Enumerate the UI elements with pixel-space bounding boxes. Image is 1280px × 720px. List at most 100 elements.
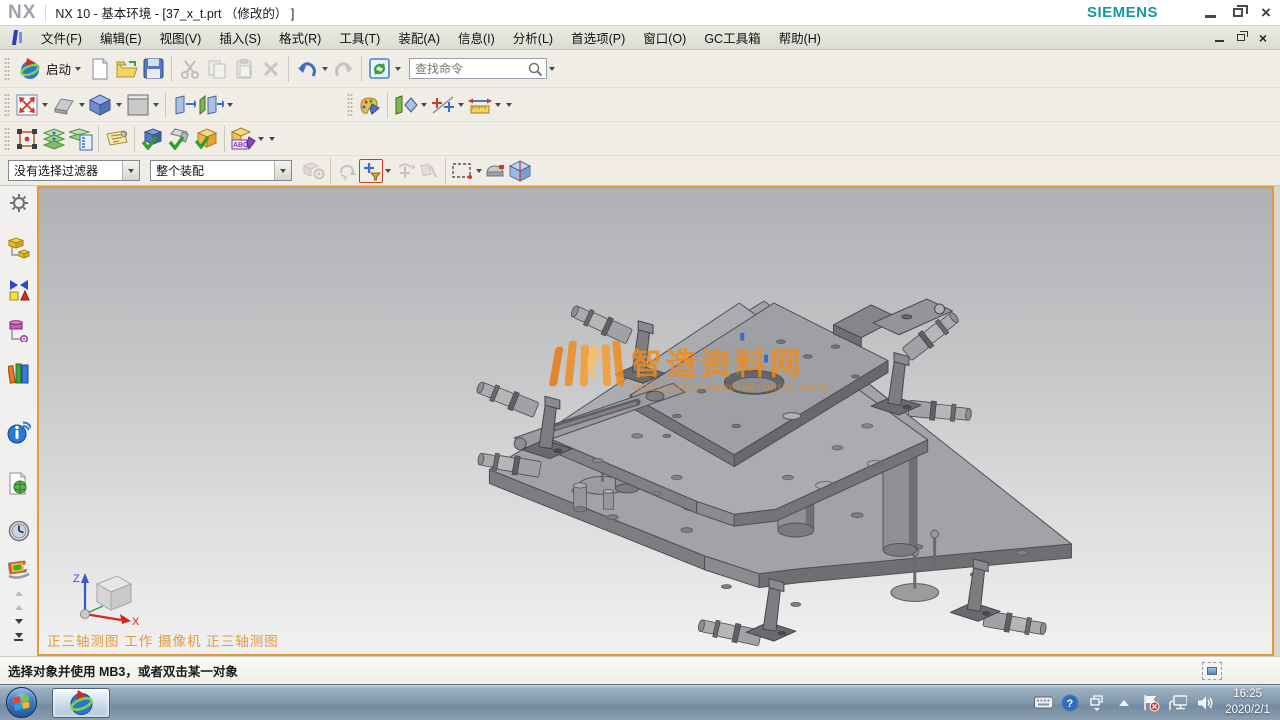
clip-window-button[interactable]	[1202, 662, 1222, 680]
child-close-button[interactable]: ×	[1252, 29, 1274, 47]
assembly-navigator-tab[interactable]	[7, 237, 31, 259]
redo-button[interactable]	[330, 55, 357, 82]
undo-button[interactable]	[293, 55, 320, 82]
fit-dropdown[interactable]	[40, 93, 50, 117]
snap-constraint-button[interactable]	[417, 159, 441, 183]
select-arrow[interactable]	[122, 161, 139, 180]
toolbar-overflow[interactable]	[224, 93, 235, 117]
marquee-select-button[interactable]	[450, 159, 474, 183]
menu-item-preferences[interactable]: 首选项(P)	[562, 25, 634, 50]
menu-item-format[interactable]: 格式(R)	[270, 25, 330, 50]
view-orientation-dropdown[interactable]	[114, 93, 124, 117]
assembly-check-button[interactable]	[139, 125, 166, 152]
edit-object-display-button[interactable]: ABC	[229, 125, 256, 152]
cut-button[interactable]	[176, 55, 203, 82]
menu-item-information[interactable]: 信息(I)	[449, 25, 504, 50]
search-dropdown[interactable]	[547, 57, 557, 81]
menu-item-edit[interactable]: 编辑(E)	[91, 25, 151, 50]
refresh-window-button[interactable]	[366, 55, 393, 82]
background-button[interactable]	[124, 91, 151, 118]
annotation-tag-button[interactable]	[103, 125, 130, 152]
scroll-up-icon[interactable]	[15, 591, 23, 596]
measure-dropdown[interactable]	[493, 93, 503, 117]
snap-active-dropdown[interactable]	[383, 159, 393, 183]
toolbar-grip[interactable]	[4, 93, 10, 117]
roles-tab[interactable]	[7, 559, 31, 581]
toolbar-overflow[interactable]	[266, 127, 277, 151]
move-component-button[interactable]	[13, 125, 40, 152]
menu-item-tools[interactable]: 工具(T)	[330, 25, 389, 50]
close-button[interactable]: ×	[1252, 2, 1280, 24]
edit-display-dropdown[interactable]	[256, 127, 266, 151]
rotate-point-button[interactable]	[393, 159, 417, 183]
view-orientation-button[interactable]	[87, 91, 114, 118]
background-dropdown[interactable]	[151, 93, 161, 117]
windows-start-button[interactable]	[2, 686, 40, 720]
view-triad[interactable]: Z X	[69, 570, 141, 626]
snap-point-active-button[interactable]	[359, 159, 383, 183]
menu-item-gc-toolbox[interactable]: GC工具箱	[695, 25, 769, 50]
menu-item-analysis[interactable]: 分析(L)	[504, 25, 562, 50]
fit-view-button[interactable]	[13, 91, 40, 118]
toolbar-overflow[interactable]	[503, 93, 514, 117]
graphics-window[interactable]: 智造资料网 INTELLIGENT MANUFACTURING DATA Z X…	[37, 186, 1274, 656]
toolbar-grip[interactable]	[4, 57, 10, 81]
history-tab[interactable]	[7, 472, 31, 494]
open-button[interactable]	[113, 55, 140, 82]
highlight-select-button[interactable]	[484, 159, 508, 183]
measure-button[interactable]	[466, 91, 493, 118]
minimize-button[interactable]	[1196, 2, 1224, 24]
marquee-dropdown[interactable]	[474, 159, 484, 183]
network-tray-icon[interactable]	[1169, 693, 1187, 713]
snap-point-button[interactable]	[429, 91, 456, 118]
child-restore-button[interactable]	[1230, 29, 1252, 47]
history-palette-tab[interactable]	[7, 520, 31, 542]
resource-bar-options-button[interactable]	[7, 192, 31, 214]
paste-button[interactable]	[230, 55, 257, 82]
action-center-flag-icon[interactable]	[1142, 693, 1160, 713]
refresh-dropdown[interactable]	[393, 57, 403, 81]
selection-scope-select[interactable]: 整个装配	[150, 160, 292, 181]
interference-check-button[interactable]	[166, 125, 193, 152]
keyboard-tray-icon[interactable]	[1034, 693, 1052, 713]
toolbar-grip[interactable]	[4, 127, 10, 151]
object-check-button[interactable]	[193, 125, 220, 152]
clip-work-section-button[interactable]	[197, 91, 224, 118]
selection-filter-select[interactable]: 没有选择过滤器	[8, 160, 140, 181]
scroll-bottom-icon[interactable]	[14, 633, 23, 641]
select-arrow[interactable]	[274, 161, 291, 180]
roles-palette-button[interactable]	[356, 91, 383, 118]
show-hidden-icons-button[interactable]	[1115, 693, 1133, 713]
reuse-library-tab[interactable]	[7, 362, 31, 384]
quickpick-button[interactable]	[508, 159, 532, 183]
magnifier-icon[interactable]	[527, 61, 543, 77]
restore-button[interactable]	[1224, 2, 1252, 24]
scroll-down-icon[interactable]	[15, 619, 23, 624]
scroll-up-icon[interactable]	[15, 605, 23, 610]
menu-item-assemblies[interactable]: 装配(A)	[389, 25, 449, 50]
volume-tray-icon[interactable]	[1196, 693, 1214, 713]
taskbar-clock[interactable]: 16:25 2020/2/1	[1225, 687, 1270, 718]
cad-model[interactable]: 智造资料网 INTELLIGENT MANUFACTURING DATA	[39, 188, 1272, 654]
layer-category-button[interactable]	[67, 125, 94, 152]
part-navigator-tab[interactable]	[7, 320, 31, 342]
toolbar-grip[interactable]	[347, 93, 353, 117]
menu-item-view[interactable]: 视图(V)	[151, 25, 211, 50]
undo-dropdown[interactable]	[320, 57, 330, 81]
save-button[interactable]	[140, 55, 167, 82]
section-view-dropdown[interactable]	[419, 93, 429, 117]
nx-taskbar-button[interactable]	[52, 688, 110, 718]
render-style-button[interactable]	[50, 91, 77, 118]
copy-button[interactable]	[203, 55, 230, 82]
menu-item-help[interactable]: 帮助(H)	[770, 25, 830, 50]
clip-section-button[interactable]	[170, 91, 197, 118]
start-menu-button[interactable]: 启动	[13, 55, 86, 83]
section-view-button[interactable]	[392, 91, 419, 118]
snap-enable-button[interactable]	[335, 159, 359, 183]
menu-item-insert[interactable]: 插入(S)	[210, 25, 270, 50]
menu-item-file[interactable]: 文件(F)	[32, 25, 91, 50]
desktop-restore-tray-icon[interactable]	[1088, 693, 1106, 713]
constraint-navigator-tab[interactable]	[7, 279, 31, 301]
menu-item-window[interactable]: 窗口(O)	[634, 25, 695, 50]
select-in-assembly-button[interactable]	[302, 159, 326, 183]
